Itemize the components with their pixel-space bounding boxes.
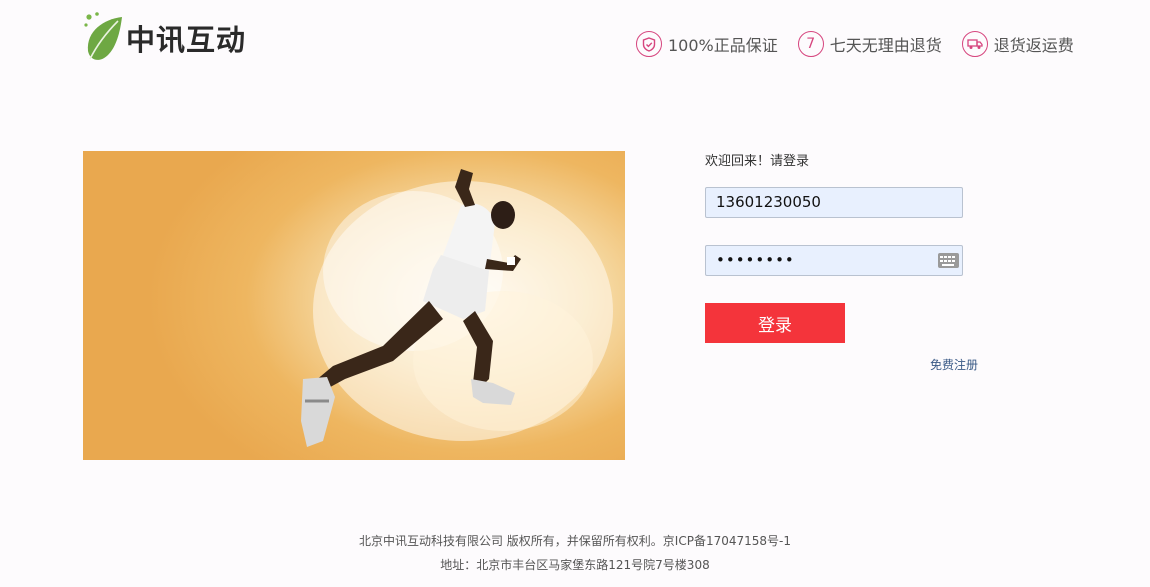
promise-label: 退货返运费 xyxy=(993,36,1074,55)
promise-return-shipping: 退货返运费 xyxy=(961,31,1074,57)
hero-banner-image xyxy=(83,151,625,460)
welcome-text: 欢迎回来！请登录 xyxy=(705,154,810,169)
login-button[interactable]: 登录 xyxy=(705,303,845,343)
promise-seven-day-return: 7 七天无理由退货 xyxy=(797,31,942,57)
virtual-keyboard-icon[interactable] xyxy=(938,253,959,268)
password-input[interactable] xyxy=(705,245,963,276)
site-logo[interactable]: 中讯互动 xyxy=(82,11,246,63)
logo-wordmark: 中讯互动 xyxy=(126,23,247,57)
truck-icon xyxy=(961,31,988,57)
footer-address: 地址：北京市丰台区马家堡东路121号院7号楼308 xyxy=(440,558,710,572)
promise-label: 100%正品保证 xyxy=(668,36,778,55)
seven-days-icon: 7 xyxy=(797,31,824,57)
shield-icon xyxy=(636,31,662,57)
username-input[interactable] xyxy=(705,187,963,218)
leaf-logo-icon xyxy=(84,12,122,60)
promise-label: 七天无理由退货 xyxy=(829,36,942,55)
register-link[interactable]: 免费注册 xyxy=(930,356,978,373)
runner-illustration xyxy=(301,169,613,447)
footer-copyright: 北京中讯互动科技有限公司 版权所有，并保留所有权利。京ICP备17047158号… xyxy=(358,534,791,548)
service-promises: 100%正品保证 7 七天无理由退货 退货返运费 xyxy=(636,31,1074,57)
promise-genuine: 100%正品保证 xyxy=(636,31,778,57)
login-page: 中讯互动 100%正品保证 7 七天无理由退货 退货返运费 欢迎回来！请登录 1… xyxy=(0,0,1150,587)
